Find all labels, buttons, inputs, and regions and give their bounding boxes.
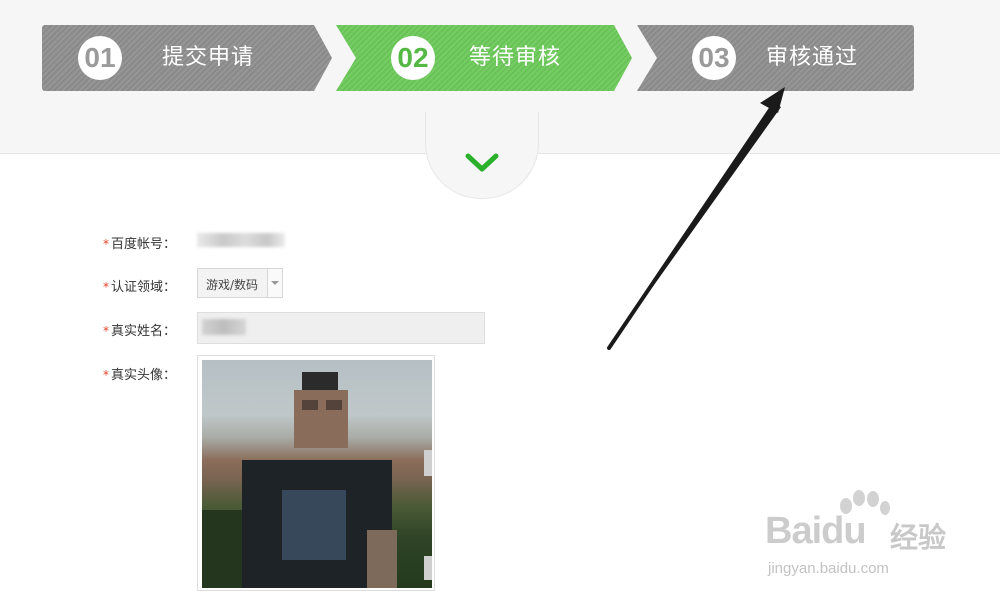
watermark-brand: Baidu [765,510,867,552]
watermark-product: 经验 [890,521,947,554]
baidu-jingyan-watermark: Baidu 经验 jingyan.baidu.com [760,490,990,585]
watermark-url: jingyan.baidu.com [768,560,889,577]
